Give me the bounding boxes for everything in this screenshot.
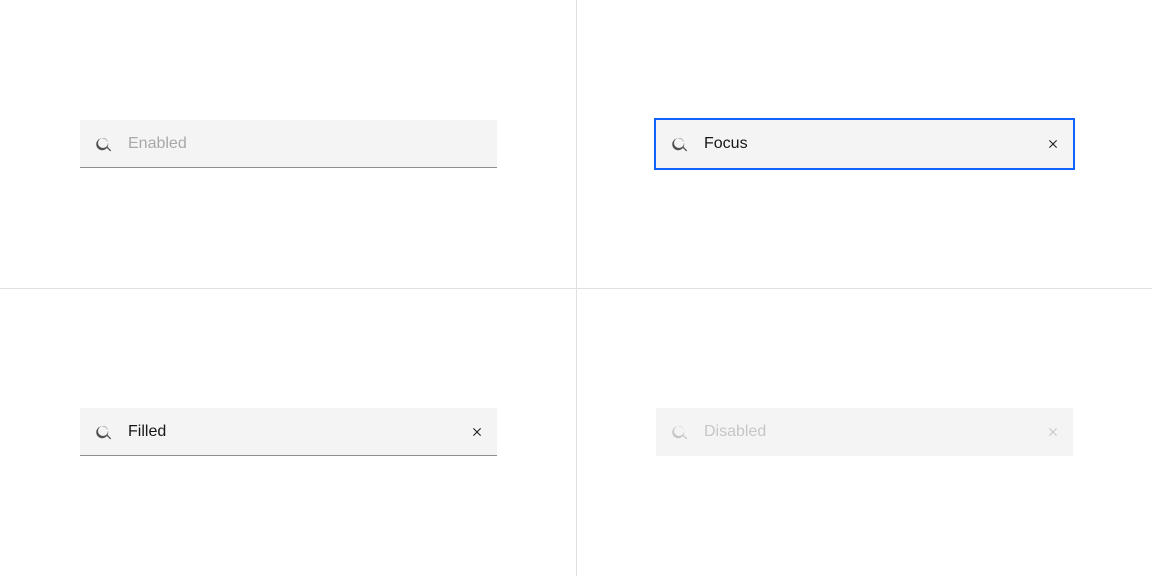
clear-button — [1033, 408, 1073, 456]
cell-disabled — [576, 288, 1152, 576]
search-icon — [672, 424, 688, 440]
states-grid — [0, 0, 1152, 576]
search-icon — [96, 424, 112, 440]
cell-focus — [576, 0, 1152, 288]
search-focus[interactable] — [656, 120, 1073, 168]
cell-enabled — [0, 0, 576, 288]
search-input[interactable] — [112, 408, 457, 455]
search-disabled — [656, 408, 1073, 456]
search-input — [688, 408, 1033, 456]
search-icon — [672, 136, 688, 152]
search-icon — [96, 136, 112, 152]
cell-filled — [0, 288, 576, 576]
search-input[interactable] — [112, 120, 457, 167]
close-icon — [1045, 136, 1061, 152]
search-filled[interactable] — [80, 408, 497, 456]
search-input[interactable] — [688, 120, 1033, 168]
clear-button[interactable] — [457, 408, 497, 456]
close-icon — [1045, 424, 1061, 440]
search-enabled[interactable] — [80, 120, 497, 168]
clear-button[interactable] — [1033, 120, 1073, 168]
close-icon — [469, 424, 485, 440]
